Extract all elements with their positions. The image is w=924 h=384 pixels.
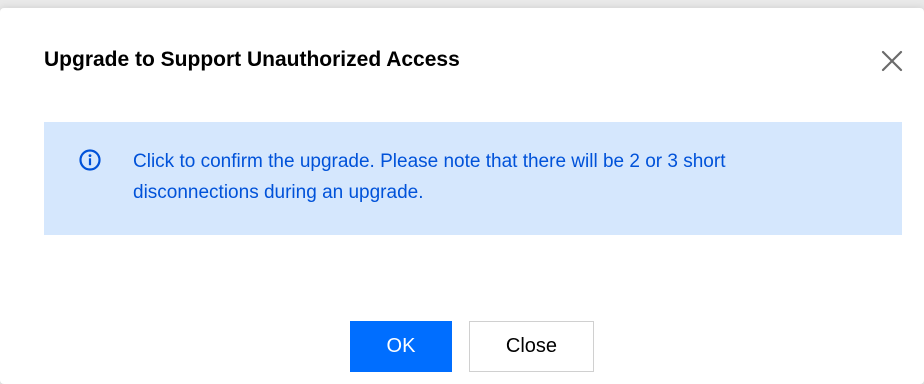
upgrade-dialog: Upgrade to Support Unauthorized Access C… (0, 8, 924, 384)
ok-button[interactable]: OK (350, 321, 452, 372)
close-icon[interactable] (879, 48, 905, 74)
close-button[interactable]: Close (469, 321, 594, 372)
info-notice: Click to confirm the upgrade. Please not… (44, 122, 902, 235)
dialog-title: Upgrade to Support Unauthorized Access (44, 48, 460, 71)
info-icon (79, 149, 101, 171)
notice-text: Click to confirm the upgrade. Please not… (133, 151, 726, 203)
